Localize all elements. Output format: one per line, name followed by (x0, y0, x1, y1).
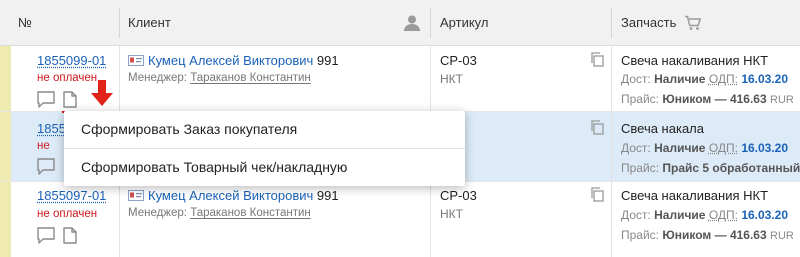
client-name-link[interactable]: Кумец Алексей Викторович (148, 188, 313, 203)
column-divider (611, 182, 612, 257)
availability-line: Дост: Наличие ОДП: 16.03.20 (621, 141, 788, 155)
row-actions (37, 158, 55, 178)
price-line: Прайс: Прайс 5 обработанный к (621, 161, 800, 175)
column-divider (430, 182, 431, 257)
row-actions (37, 91, 77, 111)
availability-line: Дост: Наличие ОДП: 16.03.20 (621, 208, 788, 222)
column-header-client[interactable]: Клиент (128, 0, 171, 46)
article-brand: НКТ (440, 72, 463, 86)
column-header-article[interactable]: Артикул (440, 0, 488, 46)
part-name: Свеча накаливания НКТ (621, 188, 769, 203)
payment-status: не (37, 140, 50, 152)
price-source: Прайс 5 обработанный к (662, 161, 800, 175)
document-icon[interactable] (63, 227, 77, 247)
manager-info: Менеджер: Тараканов Константин (128, 207, 311, 219)
column-divider (119, 182, 120, 257)
payment-status: не оплачен (37, 72, 98, 84)
article-code: CP-03 (440, 188, 477, 203)
part-name: Свеча накаливания НКТ (621, 53, 769, 68)
manager-name-link[interactable]: Тараканов Константин (190, 72, 311, 84)
availability-label: Дост: (621, 208, 651, 222)
row-status-marker (0, 112, 11, 181)
price-label: Прайс: (621, 228, 660, 242)
odp-label: ОДП: (708, 72, 738, 86)
column-divider (119, 8, 120, 38)
client-code: 991 (316, 188, 339, 203)
contact-card-icon (128, 54, 144, 69)
part-name: Свеча накала (621, 121, 704, 136)
order-number-link[interactable]: 1855097-01 (37, 188, 106, 203)
table-row[interactable]: 1855099-01 не оплачен Кумец Алексей Викт… (0, 46, 800, 112)
client-info: Кумец Алексей Викторович 991 (128, 53, 339, 69)
client-code: 991 (316, 53, 339, 68)
copy-icon[interactable] (590, 120, 604, 138)
odp-date: 16.03.20 (741, 72, 789, 86)
copy-icon[interactable] (590, 187, 604, 205)
arrow-down-icon (91, 80, 113, 109)
price-label: Прайс: (621, 161, 660, 175)
order-number-link[interactable]: 1855 (37, 121, 66, 136)
user-icon[interactable] (403, 14, 421, 35)
odp-date: 16.03.20 (741, 208, 789, 222)
client-name-link[interactable]: Кумец Алексей Викторович (148, 53, 313, 68)
odp-label: ОДП: (708, 208, 738, 222)
manager-label: Менеджер: (128, 72, 187, 84)
payment-status: не оплачен (37, 208, 98, 220)
availability-value: Наличие (654, 208, 706, 222)
cart-icon[interactable] (684, 15, 702, 34)
availability-line: Дост: Наличие ОДП: 16.03.20 (621, 72, 788, 86)
table-header: № Клиент Артикул Запчасть (0, 0, 800, 46)
menu-item-create-sales-receipt[interactable]: Сформировать Товарный чек/накладную (64, 149, 465, 186)
table-row[interactable]: 1855097-01 не оплачен Кумец Алексей Викт… (0, 182, 800, 257)
column-divider (611, 46, 612, 111)
column-header-part[interactable]: Запчасть (621, 0, 676, 46)
column-divider (611, 8, 612, 38)
column-divider (430, 46, 431, 111)
availability-value: Наличие (654, 141, 706, 155)
manager-info: Менеджер: Тараканов Константин (128, 72, 311, 84)
comment-icon[interactable] (37, 91, 55, 111)
price-value: — 416.63 (714, 228, 767, 242)
row-status-marker (0, 46, 11, 111)
availability-label: Дост: (621, 72, 651, 86)
price-source: Юником (662, 228, 712, 242)
availability-label: Дост: (621, 141, 651, 155)
column-divider (611, 112, 612, 181)
comment-icon[interactable] (37, 158, 55, 178)
order-number-link[interactable]: 1855099-01 (37, 53, 106, 68)
article-brand: НКТ (440, 207, 463, 221)
manager-label: Менеджер: (128, 207, 187, 219)
price-value: — 416.63 (714, 92, 767, 106)
column-divider (119, 46, 120, 111)
client-info: Кумец Алексей Викторович 991 (128, 188, 339, 204)
price-currency: RUR (770, 94, 794, 106)
contact-card-icon (128, 189, 144, 204)
manager-name-link[interactable]: Тараканов Константин (190, 207, 311, 219)
orders-table: № Клиент Артикул Запчасть 1855099-01 не … (0, 0, 800, 257)
document-icon[interactable] (63, 91, 77, 111)
row-actions (37, 227, 77, 247)
column-divider (430, 8, 431, 38)
odp-date: 16.03.20 (741, 141, 789, 155)
availability-value: Наличие (654, 72, 706, 86)
price-line: Прайс: Юником — 416.63 RUR (621, 92, 794, 106)
article-code: CP-03 (440, 53, 477, 68)
price-line: Прайс: Юником — 416.63 RUR (621, 228, 794, 242)
menu-item-create-customer-order[interactable]: Сформировать Заказ покупателя (64, 111, 465, 148)
price-source: Юником (662, 92, 712, 106)
copy-icon[interactable] (590, 52, 604, 70)
column-header-number[interactable]: № (18, 0, 32, 46)
price-currency: RUR (770, 230, 794, 242)
odp-label: ОДП: (708, 141, 738, 155)
price-label: Прайс: (621, 92, 660, 106)
row-status-marker (0, 182, 11, 257)
context-menu: Сформировать Заказ покупателя Сформирова… (64, 111, 465, 186)
comment-icon[interactable] (37, 227, 55, 247)
